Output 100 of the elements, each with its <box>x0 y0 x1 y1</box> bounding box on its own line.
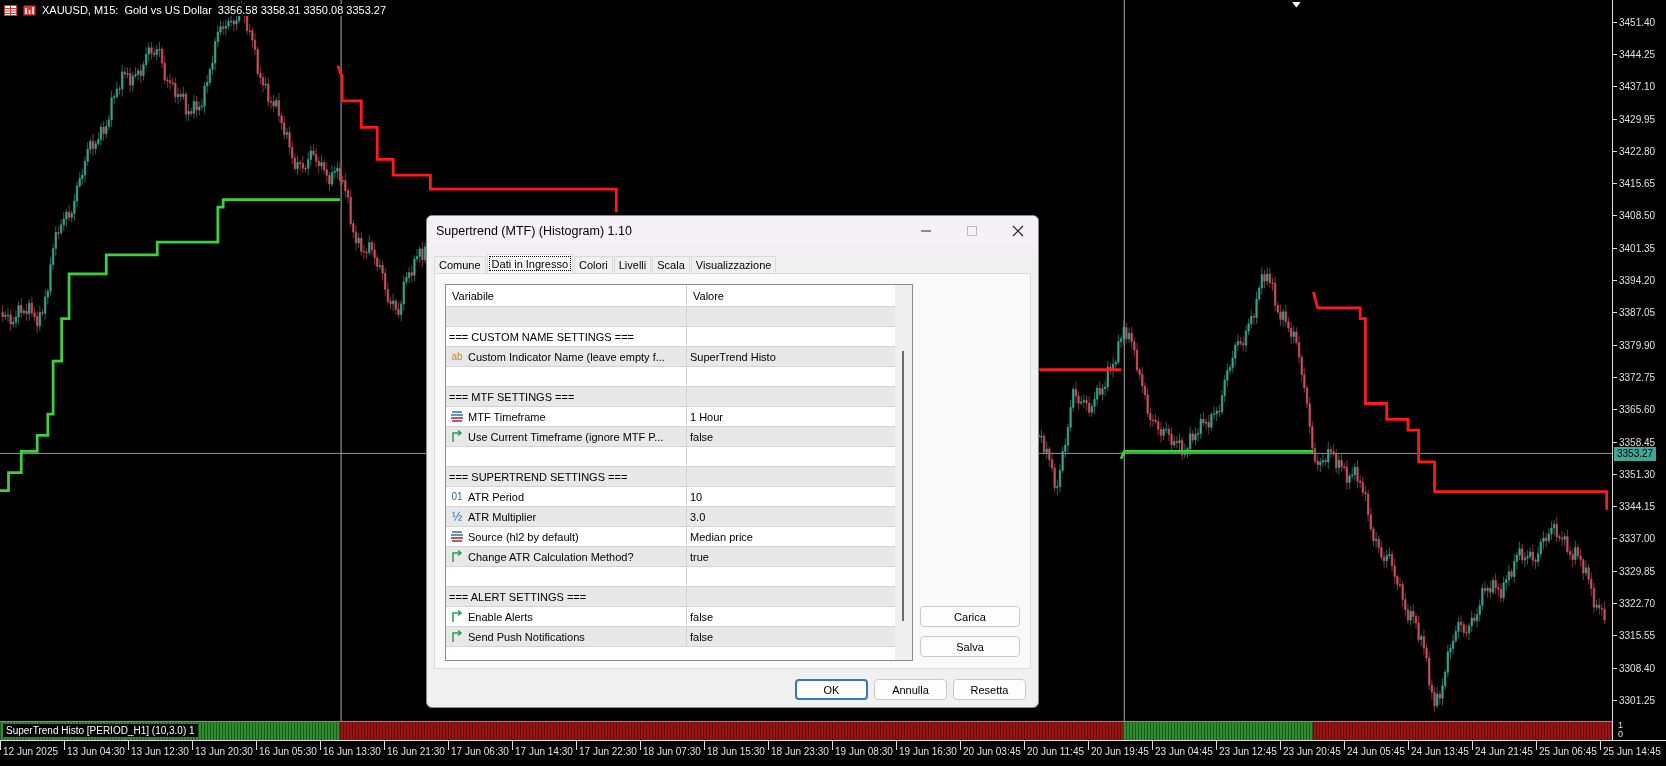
time-label: 16 Jun 13:30 <box>323 746 381 757</box>
indicator-label: SuperTrend Histo [PERIOD_H1] (10,3.0) 1 <box>3 724 198 737</box>
time-label: 12 Jun 2025 <box>3 746 59 757</box>
section-heading: === SUPERTREND SETTINGS === <box>446 467 687 486</box>
tab[interactable]: Dati in Ingresso <box>486 254 573 273</box>
table-icon[interactable] <box>4 4 17 16</box>
parameter-name: ATR Period <box>468 490 525 503</box>
time-label: 18 Jun 15:30 <box>707 746 765 757</box>
arrow-icon <box>450 610 464 623</box>
price-label: 3372.75 <box>1619 371 1656 383</box>
scale-label: 1 <box>1618 721 1624 730</box>
parameter-value[interactable]: true <box>687 547 895 566</box>
time-label: 17 Jun 22:30 <box>579 746 637 757</box>
section-heading: === MTF SETTINGS === <box>446 387 687 406</box>
time-label: 24 Jun 13:45 <box>1411 746 1469 757</box>
parameter-name: Send Push Notifications <box>468 630 585 643</box>
price-label: 3315.55 <box>1619 630 1656 642</box>
time-label: 20 Jun 11:45 <box>1027 746 1085 757</box>
scale-label: 0 <box>1618 730 1624 739</box>
time-label: 16 Jun 05:30 <box>259 746 317 757</box>
dialog-button[interactable]: Annulla <box>874 679 947 700</box>
time-label: 17 Jun 14:30 <box>515 746 573 757</box>
price-label: 3422.80 <box>1619 145 1656 157</box>
side-button[interactable]: Carica <box>920 606 1020 627</box>
fraction-type-icon: ½ <box>450 510 464 523</box>
parameter-name: Change ATR Calculation Method? <box>468 550 634 563</box>
parameter-name: Source (hl2 by default) <box>468 530 579 543</box>
time-label: 23 Jun 20:45 <box>1283 746 1341 757</box>
current-price-tag: 3353.27 <box>1614 447 1657 461</box>
tab[interactable]: Livelli <box>613 256 652 273</box>
list-icon <box>450 410 464 423</box>
time-label: 23 Jun 12:45 <box>1219 746 1277 757</box>
price-label: 3408.50 <box>1619 210 1656 222</box>
column-header[interactable]: Valore <box>687 285 895 306</box>
time-label: 13 Jun 12:30 <box>131 746 189 757</box>
price-label: 3451.40 <box>1619 16 1656 28</box>
parameter-name: Custom Indicator Name (leave empty f... <box>468 350 665 363</box>
price-label: 3387.05 <box>1619 307 1656 319</box>
dialog-title: Supertrend (MTF) (Histogram) 1.10 <box>436 224 632 238</box>
time-label: 16 Jun 21:30 <box>387 746 445 757</box>
price-label: 3301.25 <box>1619 694 1656 706</box>
scrollbar[interactable] <box>895 285 912 660</box>
arrow-icon <box>450 550 464 563</box>
price-label: 3444.25 <box>1619 48 1656 60</box>
price-label: 3401.35 <box>1619 242 1656 254</box>
tab[interactable]: Scala <box>652 256 690 273</box>
price-label: 3379.90 <box>1619 339 1656 351</box>
symbol-label: XAUUSD, M15: <box>42 4 119 16</box>
close-icon[interactable] <box>1012 225 1024 237</box>
price-label: 3358.45 <box>1619 436 1656 448</box>
parameter-value[interactable]: false <box>687 427 895 446</box>
parameter-value[interactable]: SuperTrend Histo <box>687 347 895 366</box>
time-label: 13 Jun 04:30 <box>67 746 125 757</box>
chart-icon[interactable] <box>23 4 36 16</box>
price-label: 3437.10 <box>1619 81 1656 93</box>
price-label: 3351.30 <box>1619 468 1656 480</box>
time-label: 17 Jun 06:30 <box>451 746 509 757</box>
dialog-button[interactable]: OK <box>795 679 868 700</box>
parameter-value[interactable]: 3.0 <box>687 507 895 526</box>
parameter-name: Enable Alerts <box>468 610 533 623</box>
parameter-name: MTF Timeframe <box>468 410 546 423</box>
parameter-value[interactable]: false <box>687 627 895 646</box>
price-label: 3329.85 <box>1619 565 1656 577</box>
text-type-icon: ab <box>450 350 464 363</box>
price-label: 3415.65 <box>1619 178 1656 190</box>
time-label: 24 Jun 05:45 <box>1347 746 1405 757</box>
parameter-value[interactable]: 10 <box>687 487 895 506</box>
tab[interactable]: Comune <box>434 256 486 273</box>
time-label: 18 Jun 23:30 <box>771 746 829 757</box>
price-label: 3322.70 <box>1619 598 1656 609</box>
tab[interactable]: Visualizzazione <box>690 256 777 273</box>
time-label: 13 Jun 20:30 <box>195 746 253 757</box>
time-label: 19 Jun 08:30 <box>835 746 893 757</box>
ohlc-values: 3356.58 3358.31 3350.08 3353.27 <box>217 4 387 16</box>
price-label: 3344.15 <box>1619 501 1656 513</box>
side-button[interactable]: Salva <box>920 636 1020 657</box>
tab[interactable]: Colori <box>574 256 613 273</box>
parameter-name: Use Current Timeframe (ignore MTF P... <box>468 430 664 443</box>
price-label: 3429.95 <box>1619 113 1656 125</box>
time-label: 20 Jun 03:45 <box>963 746 1021 757</box>
parameter-name: ATR Multiplier <box>468 510 537 523</box>
arrow-icon <box>450 630 464 643</box>
time-label: 23 Jun 04:45 <box>1155 746 1213 757</box>
dialog-button[interactable]: Resetta <box>953 679 1026 700</box>
parameter-value[interactable]: 1 Hour <box>687 407 895 426</box>
column-header[interactable]: Variabile <box>446 285 687 306</box>
parameter-value[interactable]: false <box>687 607 895 626</box>
time-label: 24 Jun 21:45 <box>1475 746 1533 757</box>
time-label: 19 Jun 16:30 <box>899 746 957 757</box>
price-label: 3337.00 <box>1619 533 1656 545</box>
integer-type-icon: 01 <box>450 490 464 503</box>
time-label: 18 Jun 07:30 <box>643 746 701 757</box>
parameter-value[interactable]: Median price <box>687 527 895 546</box>
time-label: 20 Jun 19:45 <box>1091 746 1149 757</box>
section-heading: === CUSTOM NAME SETTINGS === <box>446 327 687 346</box>
symbol-description: Gold vs US Dollar <box>124 4 212 16</box>
time-label: 25 Jun 14:45 <box>1603 746 1661 757</box>
price-label: 3394.20 <box>1619 275 1656 286</box>
price-label: 3308.40 <box>1619 662 1656 674</box>
time-label: 25 Jun 06:45 <box>1539 746 1597 757</box>
